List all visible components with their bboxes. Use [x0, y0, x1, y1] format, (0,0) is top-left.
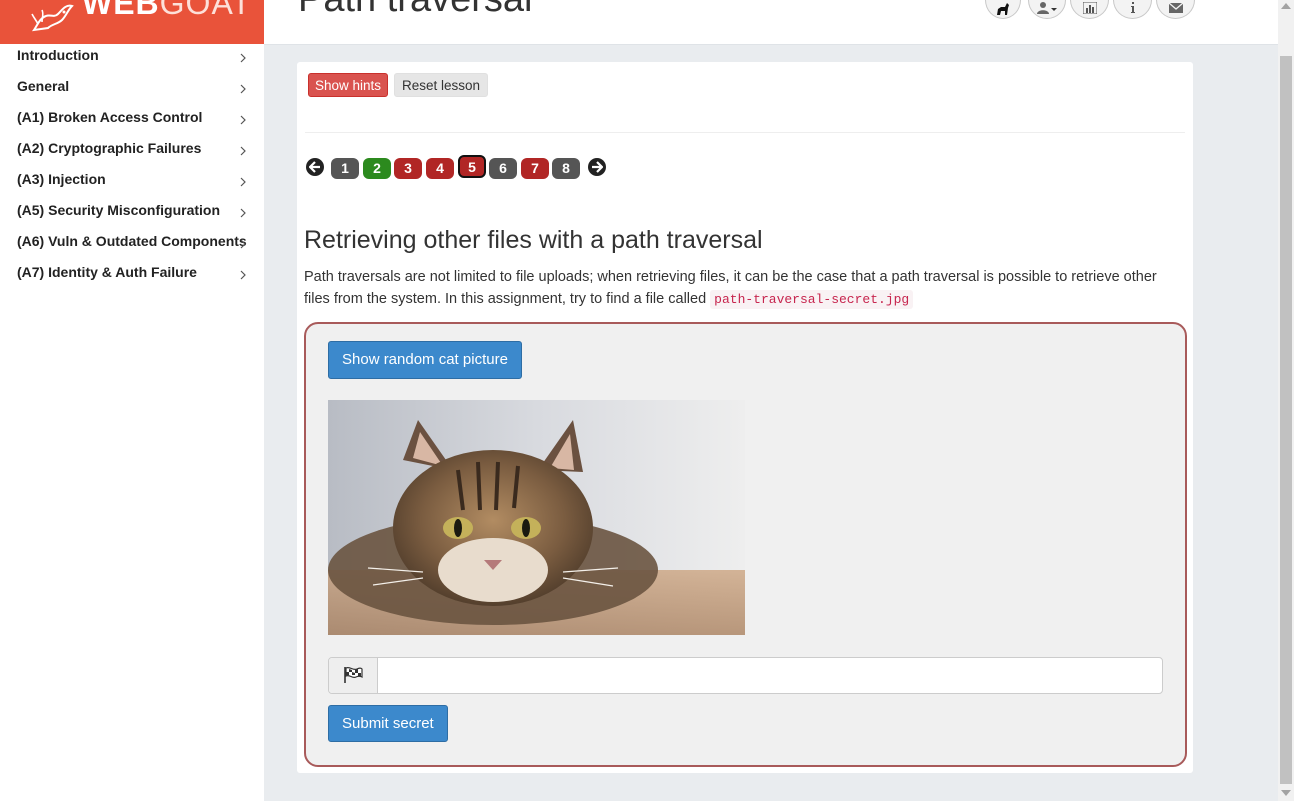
report-card-button[interactable] [1070, 0, 1109, 19]
logo-text: WEBGOAT [82, 0, 252, 21]
arrow-right-icon [592, 161, 603, 173]
sidebar-item-identity-auth-failure[interactable]: (A7) Identity & Auth Failure [0, 261, 264, 292]
user-icon [1037, 2, 1057, 14]
divider [305, 132, 1185, 133]
chevron-right-icon [240, 84, 246, 94]
sidebar-item-label: (A2) Cryptographic Failures [17, 140, 202, 156]
reset-lesson-button[interactable]: Reset lesson [394, 73, 489, 97]
next-page-button[interactable] [588, 158, 606, 176]
chevron-right-icon [240, 53, 246, 63]
category-menu: Introduction General (A1) Broken Access … [0, 44, 264, 292]
goat-icon [997, 3, 1009, 15]
lesson-panel: Show hints Reset lesson 1 2 3 4 5 6 7 8 … [297, 62, 1193, 773]
scroll-thumb[interactable] [1280, 56, 1292, 784]
page-link-3[interactable]: 3 [394, 158, 422, 179]
chevron-right-icon [240, 270, 246, 280]
user-menu-button[interactable] [1028, 0, 1066, 19]
page-scrollbar[interactable] [1278, 0, 1294, 801]
show-random-cat-button[interactable]: Show random cat picture [328, 341, 522, 379]
about-button[interactable] [1113, 0, 1152, 19]
chevron-right-icon [240, 177, 246, 187]
sidebar-item-general[interactable]: General [0, 75, 264, 106]
sidebar-item-label: (A3) Injection [17, 171, 106, 187]
page-link-5-current[interactable]: 5 [458, 155, 486, 178]
sidebar-item-security-misconfiguration[interactable]: (A5) Security Misconfiguration [0, 199, 264, 230]
cat-picture-image [328, 400, 745, 635]
page-link-8[interactable]: 8 [552, 158, 580, 179]
sidebar-item-broken-access-control[interactable]: (A1) Broken Access Control [0, 106, 264, 137]
lesson-title: Retrieving other files with a path trave… [304, 226, 763, 254]
submit-secret-button[interactable]: Submit secret [328, 705, 448, 742]
sidebar-item-label: (A1) Broken Access Control [17, 109, 203, 125]
page-link-4[interactable]: 4 [426, 158, 454, 179]
sidebar-item-cryptographic-failures[interactable]: (A2) Cryptographic Failures [0, 137, 264, 168]
previous-page-button[interactable] [306, 158, 324, 176]
sidebar-item-vuln-outdated-components[interactable]: (A6) Vuln & Outdated Components [0, 230, 264, 261]
top-header: Path traversal [264, 0, 1278, 45]
secret-input-group [328, 657, 1163, 694]
chevron-right-icon [240, 208, 246, 218]
lesson-description: Path traversals are not limited to file … [304, 266, 1184, 311]
envelope-icon [1168, 3, 1183, 13]
lesson-overview-button[interactable] [985, 0, 1021, 19]
sidebar-item-injection[interactable]: (A3) Injection [0, 168, 264, 199]
sidebar-item-label: (A5) Security Misconfiguration [17, 202, 221, 218]
input-addon [329, 658, 378, 693]
sidebar-item-label: (A6) Vuln & Outdated Components [17, 233, 247, 249]
chevron-right-icon [240, 239, 246, 249]
secret-input[interactable] [378, 658, 1158, 693]
show-hints-button[interactable]: Show hints [308, 73, 389, 97]
page-title: Path traversal [298, 0, 532, 21]
bar-chart-icon [1082, 2, 1097, 14]
scroll-down-arrow[interactable] [1281, 790, 1291, 796]
logo-bar[interactable]: WEBGOAT [0, 0, 264, 44]
page-link-6[interactable]: 6 [489, 158, 517, 179]
assignment-box: Show random cat picture Submit secret [304, 322, 1187, 767]
goat-logo-icon [31, 4, 74, 32]
secret-filename: path-traversal-secret.jpg [710, 290, 914, 309]
page-link-1[interactable]: 1 [331, 158, 359, 179]
chevron-right-icon [240, 115, 246, 125]
sidebar-item-label: (A7) Identity & Auth Failure [17, 264, 197, 280]
page-link-2[interactable]: 2 [363, 158, 391, 179]
page-link-7[interactable]: 7 [521, 158, 549, 179]
sidebar-item-introduction[interactable]: Introduction [0, 44, 264, 75]
sidebar: WEBGOAT Introduction General (A1) Broken… [0, 0, 264, 801]
scroll-up-arrow[interactable] [1281, 3, 1291, 9]
contact-button[interactable] [1156, 0, 1195, 19]
flag-checkered-icon [344, 666, 363, 683]
info-icon [1130, 2, 1135, 13]
arrow-left-icon [309, 161, 320, 173]
sidebar-item-label: Introduction [17, 47, 99, 63]
cat-picture [328, 400, 745, 635]
sidebar-item-label: General [17, 78, 70, 94]
chevron-right-icon [240, 146, 246, 156]
